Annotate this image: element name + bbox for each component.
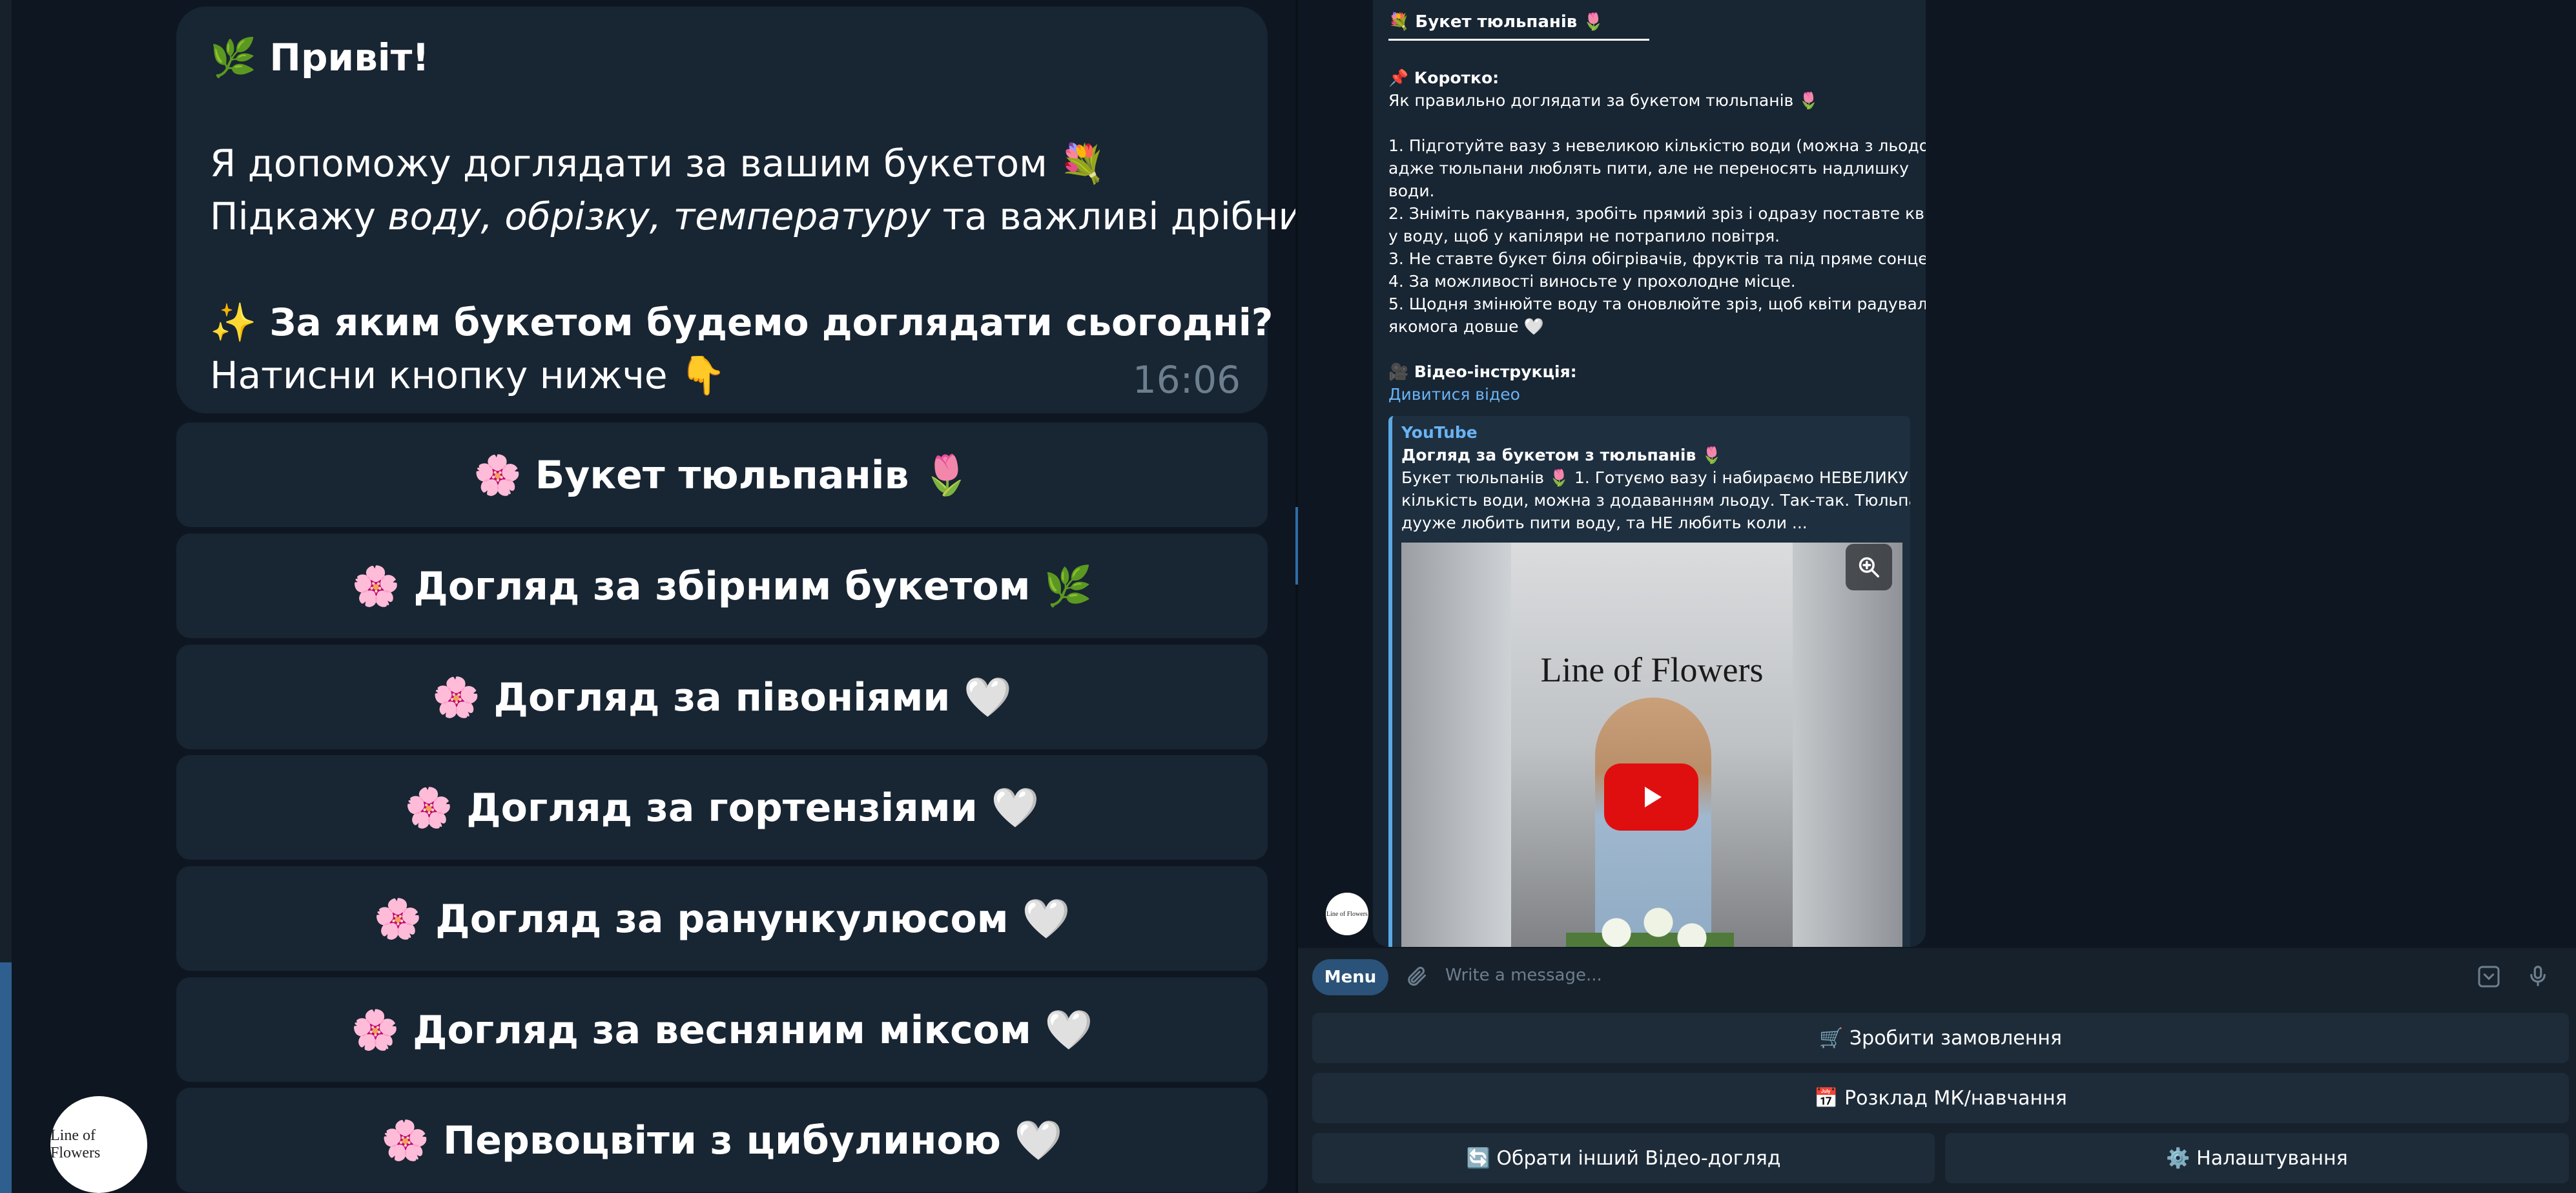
preview-title: Догляд за букетом з тюльпанів 🌷 (1401, 446, 1722, 464)
inline-button-bulb-primroses[interactable]: 🌸 Первоцвіти з цибулиною 🤍 (176, 1088, 1268, 1192)
care-step-line: 1. Підготуйте вазу з невеликою кількістю… (1388, 136, 1926, 155)
short-intro: Як правильно доглядати за букетом тюльпа… (1388, 91, 1819, 110)
inline-button-peonies[interactable]: 🌸 Догляд за півоніями 🤍 (176, 645, 1268, 749)
greeting-question: ✨ За яким букетом будемо доглядати сього… (210, 300, 1273, 344)
care-message-title: 💐 Букет тюльпанів 🌷 (1388, 12, 1604, 32)
menu-button[interactable]: Menu (1312, 959, 1388, 995)
zoom-in-icon[interactable] (1846, 544, 1892, 590)
care-step-line: адже тюльпани люблять пити, але не перен… (1388, 159, 1909, 178)
left-chat-pane: 🌿 Привіт! Я допоможу доглядати за вашим … (0, 0, 1295, 1193)
bot-avatar[interactable]: Line of Flowers (50, 1096, 147, 1193)
inline-button-mixed-bouquet[interactable]: 🌸 Догляд за збірним букетом 🌿 (176, 534, 1268, 638)
right-chat-pane: 💐 Букет тюльпанів 🌷 📌 Коротко: Як правил… (1298, 0, 2576, 1193)
greeting-line-2-suffix: та важливі дрібниці. (942, 194, 1295, 238)
message-timestamp: 16:06 (1132, 358, 1241, 402)
preview-description-line: кількість води, можна з додаванням льоду… (1401, 491, 1910, 510)
inline-button-tulips[interactable]: 🌸 Букет тюльпанів 🌷 (176, 422, 1268, 527)
left-sidebar-highlight (0, 962, 12, 1193)
care-step-line: 5. Щодня змінюйте воду та оновлюйте зріз… (1388, 295, 1926, 313)
greeting-line-1: Я допоможу доглядати за вашим букетом 💐 (210, 141, 1106, 185)
greeting-line-2-italic: воду, обрізку, температуру (387, 194, 931, 238)
inline-button-ranunculus[interactable]: 🌸 Догляд за ранункулюсом 🤍 (176, 866, 1268, 971)
schedule-button[interactable]: 📅 Розклад МК/навчання (1312, 1073, 2569, 1123)
watch-video-link[interactable]: Дивитися відео (1388, 383, 1910, 406)
care-message-bubble: 💐 Букет тюльпанів 🌷 📌 Коротко: Як правил… (1373, 0, 1926, 947)
greeting-message-bubble: 🌿 Привіт! Я допоможу доглядати за вашим … (176, 6, 1295, 413)
youtube-link-preview[interactable]: YouTube Догляд за букетом з тюльпанів 🌷 … (1388, 416, 1910, 947)
bot-keyboard-toggle-icon[interactable] (2473, 961, 2504, 992)
video-thumbnail[interactable]: Line of Flowers (1401, 543, 1902, 947)
message-input[interactable] (1445, 959, 2446, 991)
bot-avatar-small-logo: Line of Flowers (1326, 910, 1368, 918)
microphone-icon[interactable] (2522, 960, 2554, 992)
greeting-line-2-prefix: Підкажу (210, 194, 388, 238)
care-step-line: у воду, щоб у капіляри не потрапило пові… (1388, 227, 1780, 245)
message-composer: Menu (1298, 947, 2576, 1000)
greeting-line-2: Підкажу воду, обрізку, температуру та ва… (210, 190, 1295, 243)
care-step-line: якомога довше 🤍 (1388, 317, 1544, 336)
preview-description-line: Букет тюльпанів 🌷 1. Готуємо вазу і наби… (1401, 468, 1908, 487)
thumbnail-brand-text: Line of Flowers (1540, 650, 1764, 689)
title-underline (1388, 39, 1649, 41)
inline-button-spring-mix[interactable]: 🌸 Догляд за весняним міксом 🤍 (176, 977, 1268, 1082)
inline-button-hydrangeas[interactable]: 🌸 Догляд за гортензіями 🤍 (176, 755, 1268, 860)
bot-avatar-small[interactable]: Line of Flowers (1326, 893, 1368, 935)
care-step-line: 2. Зніміть пакування, зробіть прямий зрі… (1388, 204, 1926, 223)
bot-avatar-logo: Line of Flowers (50, 1127, 101, 1161)
short-heading: 📌 Коротко: (1388, 68, 1499, 87)
care-step-line: води. (1388, 182, 1435, 200)
order-button[interactable]: 🛒 Зробити замовлення (1312, 1013, 2569, 1063)
preview-description-line: дууже любить пити воду, та НЕ любить кол… (1401, 514, 1808, 532)
care-step-line: 3. Не ставте букет біля обігрівачів, фру… (1388, 249, 1926, 268)
preview-site-name: YouTube (1401, 423, 1478, 442)
care-step-line: 4. За можливості виносьте у прохолодне м… (1388, 272, 1796, 291)
greeting-cta: Натисни кнопку нижче 👇 (210, 353, 726, 397)
choose-other-video-button[interactable]: 🔄 Обрати інший Відео-догляд (1312, 1133, 1935, 1183)
paperclip-icon[interactable] (1400, 960, 1432, 992)
video-heading: 🎥 Відео-інструкція: (1388, 362, 1577, 381)
settings-button[interactable]: ⚙️ Налаштування (1945, 1133, 2569, 1183)
thumbnail-tulips (1566, 891, 1734, 947)
bot-reply-keyboard: 🛒 Зробити замовлення 📅 Розклад МК/навчан… (1298, 1000, 2576, 1193)
play-icon[interactable] (1604, 763, 1698, 831)
greeting-title: 🌿 Привіт! (210, 36, 429, 79)
